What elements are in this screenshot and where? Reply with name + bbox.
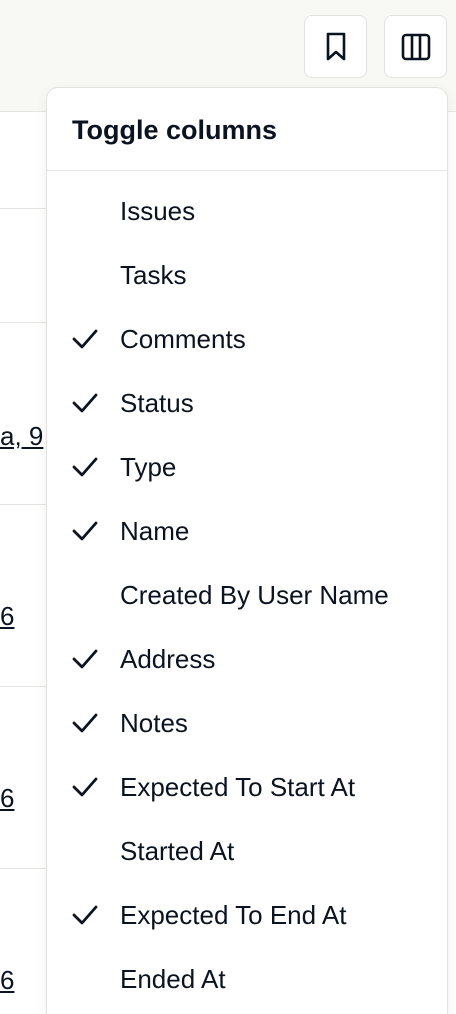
table-cell-link[interactable]: a, 9 bbox=[0, 421, 43, 452]
menu-item-label: Issues bbox=[120, 196, 196, 226]
menu-item-issues[interactable]: Issues bbox=[47, 179, 447, 243]
menu-item-tasks[interactable]: Tasks bbox=[47, 243, 447, 307]
menu-item-label: Status bbox=[120, 388, 194, 418]
menu-item-label: Comments bbox=[120, 324, 246, 354]
menu-item-created-by-user-name[interactable]: Created By User Name bbox=[47, 563, 447, 627]
menu-item-comments[interactable]: Comments bbox=[47, 307, 447, 371]
menu-item-label: Started At bbox=[120, 836, 235, 866]
menu-item-label: Tasks bbox=[120, 260, 187, 290]
menu-item-label: Expected To Start At bbox=[120, 772, 356, 802]
check-icon bbox=[71, 326, 99, 352]
menu-item-notes[interactable]: Notes bbox=[47, 691, 447, 755]
menu-item-label: Type bbox=[120, 452, 177, 482]
menu-item-expected-to-start-at[interactable]: Expected To Start At bbox=[47, 755, 447, 819]
menu-item-label: Created By User Name bbox=[120, 580, 389, 610]
menu-item-name[interactable]: Name bbox=[47, 499, 447, 563]
menu-item-status[interactable]: Status bbox=[47, 371, 447, 435]
table-cell-link[interactable]: 6 bbox=[0, 601, 14, 632]
check-icon bbox=[71, 454, 99, 480]
check-icon bbox=[71, 518, 99, 544]
menu-item-label: Name bbox=[120, 516, 190, 546]
menu-item-address[interactable]: Address bbox=[47, 627, 447, 691]
menu-title: Toggle columns bbox=[72, 115, 278, 145]
columns-icon bbox=[400, 31, 432, 63]
menu-item-label: Ended At bbox=[120, 964, 226, 994]
check-icon bbox=[71, 902, 99, 928]
table-cell-link[interactable]: 6 bbox=[0, 783, 14, 814]
menu-divider bbox=[47, 170, 447, 171]
check-icon bbox=[71, 390, 99, 416]
menu-item-started-at[interactable]: Started At bbox=[47, 819, 447, 883]
menu-item-type[interactable]: Type bbox=[47, 435, 447, 499]
menu-item-ended-at[interactable]: Ended At bbox=[47, 947, 447, 1011]
table-cell-link[interactable]: 6 bbox=[0, 965, 14, 996]
check-icon bbox=[71, 646, 99, 672]
toggle-columns-menu: Toggle columns Issues Tasks Comments Status… bbox=[46, 87, 448, 1014]
toggle-columns-button[interactable] bbox=[384, 15, 447, 78]
check-icon bbox=[71, 710, 99, 736]
menu-item-label: Expected To End At bbox=[120, 900, 347, 930]
check-icon bbox=[71, 774, 99, 800]
menu-item-expected-to-end-at[interactable]: Expected To End At bbox=[47, 883, 447, 947]
bookmark-icon bbox=[322, 31, 350, 63]
bookmark-button[interactable] bbox=[304, 15, 367, 78]
menu-item-label: Address bbox=[120, 644, 216, 674]
menu-item-label: Notes bbox=[120, 708, 188, 738]
